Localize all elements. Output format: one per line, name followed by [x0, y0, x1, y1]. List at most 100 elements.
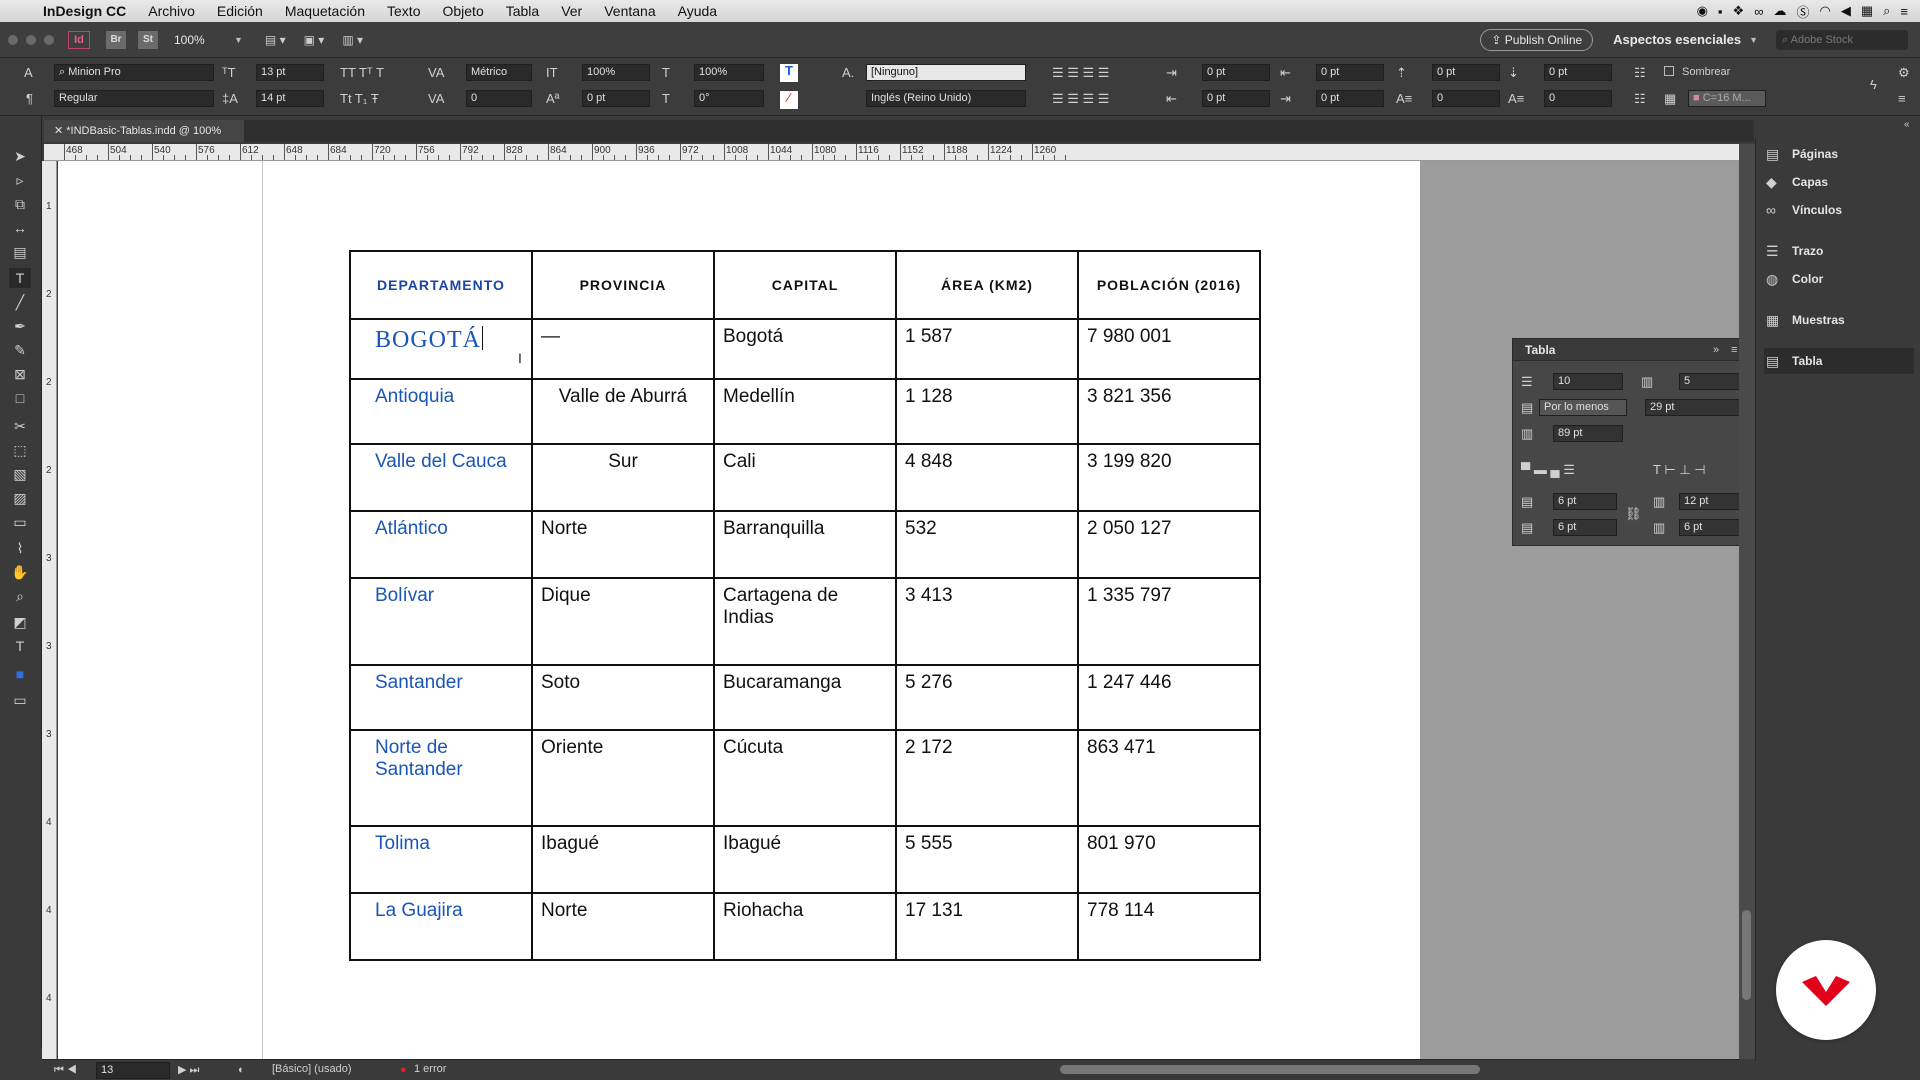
- adobe-stock-search[interactable]: ⌕ Adobe Stock: [1776, 29, 1908, 50]
- screen-mode-icon[interactable]: ▭: [9, 690, 31, 710]
- pencil-tool-icon[interactable]: ✎: [9, 340, 31, 360]
- gap-tool-icon[interactable]: ↔: [9, 218, 31, 238]
- direct-selection-tool-icon[interactable]: ▹: [9, 170, 31, 190]
- cell-poblacion[interactable]: 1 335 797: [1077, 577, 1261, 666]
- space-before-field[interactable]: 0 pt: [1432, 64, 1500, 81]
- text-fill-icon[interactable]: T: [780, 64, 798, 82]
- header-capital[interactable]: CAPITAL: [713, 250, 897, 320]
- menu-texto[interactable]: Texto: [376, 3, 431, 19]
- chevron-down-icon[interactable]: ▼: [1749, 35, 1758, 45]
- volume-icon[interactable]: ◀: [1841, 3, 1851, 19]
- shading-checkbox[interactable]: [1664, 66, 1674, 76]
- inset-bottom-field[interactable]: 6 pt: [1553, 519, 1617, 536]
- gradient-tool-icon[interactable]: ▧: [9, 464, 31, 484]
- cell-poblacion[interactable]: 3 199 820: [1077, 443, 1261, 512]
- language-field[interactable]: Inglés (Reino Unido): [866, 90, 1026, 107]
- page-number-field[interactable]: 13: [96, 1062, 170, 1079]
- quick-apply-icon[interactable]: ϟ: [1870, 78, 1877, 92]
- minimize-window-button[interactable]: [26, 34, 36, 45]
- text-stroke-none-icon[interactable]: ⁄: [780, 91, 798, 109]
- normal-view-icon[interactable]: ■: [9, 664, 31, 684]
- gear-icon[interactable]: ⚙: [1898, 66, 1910, 80]
- page-tool-icon[interactable]: ⧉: [9, 194, 31, 214]
- cell-departamento[interactable]: Santander: [349, 664, 533, 731]
- chevron-down-icon[interactable]: ▼: [234, 35, 243, 45]
- record-icon[interactable]: ◉: [1697, 3, 1708, 19]
- rectangle-tool-icon[interactable]: □: [9, 388, 31, 408]
- tracking-field[interactable]: 0: [466, 90, 532, 107]
- inset-top-field[interactable]: 6 pt: [1553, 493, 1617, 510]
- cell-poblacion[interactable]: 3 821 356: [1077, 378, 1261, 445]
- dock-item-trazo[interactable]: ☰ Trazo: [1764, 238, 1914, 264]
- last-line-indent-field[interactable]: 0 pt: [1316, 90, 1384, 107]
- first-page-icon[interactable]: ⏮ ◀: [54, 1063, 77, 1077]
- cell-area[interactable]: 532: [895, 510, 1079, 579]
- cell-poblacion[interactable]: 2 050 127: [1077, 510, 1261, 579]
- cell-provincia[interactable]: Norte: [531, 892, 715, 961]
- cell-area[interactable]: 5 276: [895, 664, 1079, 731]
- terminal-icon[interactable]: ▪: [1718, 4, 1723, 19]
- font-family-field[interactable]: ⌕ Minion Pro: [54, 64, 214, 81]
- cell-capital[interactable]: Cali: [713, 443, 897, 512]
- panel-menu-icon[interactable]: ≡: [1898, 92, 1906, 106]
- menu-archivo[interactable]: Archivo: [137, 3, 206, 19]
- menu-objeto[interactable]: Objeto: [431, 3, 494, 19]
- align-left-icon[interactable]: ☰ ☰ ☰ ☰: [1052, 66, 1109, 80]
- view-options-icon[interactable]: ▤ ▾: [265, 33, 286, 47]
- inset-right-field[interactable]: 6 pt: [1679, 519, 1743, 536]
- data-table[interactable]: DEPARTAMENTO PROVINCIA CAPITAL ÁREA (KM2…: [349, 250, 1261, 961]
- left-indent-field[interactable]: 0 pt: [1202, 64, 1270, 81]
- dock-item-muestras[interactable]: ▦ Muestras: [1764, 307, 1914, 333]
- cell-capital[interactable]: Barranquilla: [713, 510, 897, 579]
- cell-capital[interactable]: Bucaramanga: [713, 664, 897, 731]
- character-style-field[interactable]: [Ninguno]: [866, 64, 1026, 81]
- cell-poblacion[interactable]: 1 247 446: [1077, 664, 1261, 731]
- cell-departamento[interactable]: Norte de Santander: [349, 729, 533, 827]
- menu-tabla[interactable]: Tabla: [495, 3, 550, 19]
- horizontal-scroll-thumb[interactable]: [1060, 1065, 1480, 1074]
- all-caps-icon[interactable]: TT Tᵀ T: [340, 66, 384, 80]
- line-tool-icon[interactable]: ╱: [9, 292, 31, 312]
- drop-cap-chars-field[interactable]: 0: [1544, 90, 1612, 107]
- align-top-icon[interactable]: ▀ ▬ ▄ ☰: [1521, 463, 1575, 477]
- master-page-label[interactable]: [Básico] (usado): [272, 1063, 351, 1075]
- cell-capital[interactable]: Riohacha: [713, 892, 897, 961]
- cell-area[interactable]: 5 555: [895, 825, 1079, 894]
- row-height-mode-select[interactable]: Por lo menos: [1539, 399, 1627, 416]
- cell-capital[interactable]: Cartagena de Indias: [713, 577, 897, 666]
- skype-icon[interactable]: Ⓢ: [1796, 2, 1809, 21]
- dock-item-capas[interactable]: ◆ Capas: [1764, 169, 1914, 195]
- rows-field[interactable]: 10: [1553, 373, 1623, 390]
- cell-area[interactable]: 1 128: [895, 378, 1079, 445]
- cell-departamento[interactable]: Tolima: [349, 825, 533, 894]
- kerning-field[interactable]: Métrico: [466, 64, 532, 81]
- zoom-level-select[interactable]: 100%: [174, 33, 234, 47]
- panel-menu-icon[interactable]: ≡: [1731, 343, 1737, 357]
- arrange-documents-icon[interactable]: ▥ ▾: [342, 33, 363, 47]
- free-transform-tool-icon[interactable]: ⬚: [9, 440, 31, 460]
- note-tool-icon[interactable]: ▭: [9, 512, 31, 532]
- menu-app[interactable]: InDesign CC: [32, 3, 137, 19]
- column-width-field[interactable]: 89 pt: [1553, 425, 1623, 442]
- bullets-icon[interactable]: ☷: [1634, 66, 1646, 80]
- gradient-feather-tool-icon[interactable]: ▨: [9, 488, 31, 508]
- horizontal-scale-field[interactable]: 100%: [694, 64, 764, 81]
- first-line-indent-field[interactable]: 0 pt: [1202, 90, 1270, 107]
- cell-departamento[interactable]: Antioquia: [349, 378, 533, 445]
- spotlight-icon[interactable]: ⌕: [1883, 3, 1890, 19]
- numbering-icon[interactable]: ☷: [1634, 92, 1646, 106]
- cell-poblacion[interactable]: 778 114: [1077, 892, 1261, 961]
- cell-provincia[interactable]: Ibagué: [531, 825, 715, 894]
- character-mode-icon[interactable]: A: [24, 66, 33, 80]
- notification-center-icon[interactable]: ≡: [1900, 4, 1908, 19]
- document-tab[interactable]: ✕ *INDBasic-Tablas.indd @ 100%: [44, 120, 244, 142]
- swatch-field[interactable]: ■ C=16 M...: [1688, 90, 1766, 107]
- row-height-field[interactable]: 29 pt: [1645, 399, 1743, 416]
- hand-tool-icon[interactable]: ✋: [9, 562, 31, 582]
- dock-item-color[interactable]: ◍ Color: [1764, 266, 1914, 292]
- page-icon[interactable]: ◐: [238, 1063, 245, 1077]
- creative-cloud-icon[interactable]: ∞: [1754, 4, 1763, 19]
- scissors-tool-icon[interactable]: ✂: [9, 416, 31, 436]
- vertical-scroll-thumb[interactable]: [1742, 910, 1751, 1000]
- baseline-shift-field[interactable]: 0 pt: [582, 90, 650, 107]
